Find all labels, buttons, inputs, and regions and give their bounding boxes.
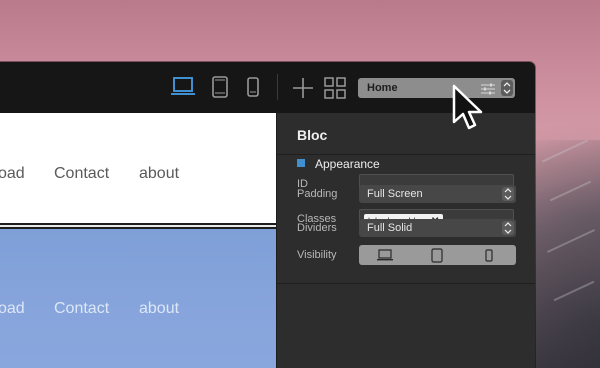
chevron-updown-icon — [502, 221, 514, 235]
visibility-label: Visibility — [297, 249, 337, 261]
visibility-phone[interactable] — [463, 245, 515, 265]
dividers-select-value: Full Solid — [367, 222, 413, 234]
dividers-select[interactable]: Full Solid — [359, 219, 516, 237]
dividers-label: Dividers — [297, 222, 337, 234]
canvas-preview-header[interactable]: oad Contact about — [0, 113, 276, 225]
chevron-updown-icon — [502, 187, 514, 201]
canvas-preview-bloc[interactable]: oad Contact about — [0, 229, 276, 368]
visibility-tablet[interactable] — [411, 245, 463, 265]
phone-icon[interactable] — [247, 77, 259, 102]
page-select[interactable]: Home — [358, 78, 515, 98]
visibility-desktop[interactable] — [359, 245, 411, 265]
tablet-icon[interactable] — [212, 76, 228, 103]
laptop-icon[interactable] — [171, 77, 195, 102]
inspector-panel: Bloc ID Classes lake-hero-bloc✕ Visibili… — [276, 113, 535, 368]
cursor-icon — [452, 84, 486, 141]
nav-link-contact[interactable]: Contact — [54, 300, 109, 318]
visibility-toggle — [359, 245, 516, 265]
nav-link-contact[interactable]: Contact — [54, 165, 109, 183]
panel-separator — [277, 283, 535, 284]
padding-select-value: Full Screen — [367, 188, 423, 200]
plus-icon[interactable] — [292, 77, 314, 104]
appearance-section-title[interactable]: Appearance — [315, 157, 380, 171]
padding-select[interactable]: Full Screen — [359, 185, 516, 203]
panel-separator — [277, 154, 535, 155]
chevron-updown-icon — [501, 80, 513, 96]
nav-link-about[interactable]: about — [139, 165, 179, 183]
page-select-value: Home — [367, 82, 398, 94]
toolbar-divider — [277, 74, 278, 100]
padding-label: Padding — [297, 188, 338, 200]
appearance-section-icon — [297, 159, 305, 167]
panel-title: Bloc — [297, 127, 328, 143]
nav-link-about[interactable]: about — [139, 300, 179, 318]
nav-link-partial[interactable]: oad — [0, 300, 25, 318]
grid-icon[interactable] — [324, 77, 346, 104]
nav-link-partial[interactable]: oad — [0, 165, 25, 183]
